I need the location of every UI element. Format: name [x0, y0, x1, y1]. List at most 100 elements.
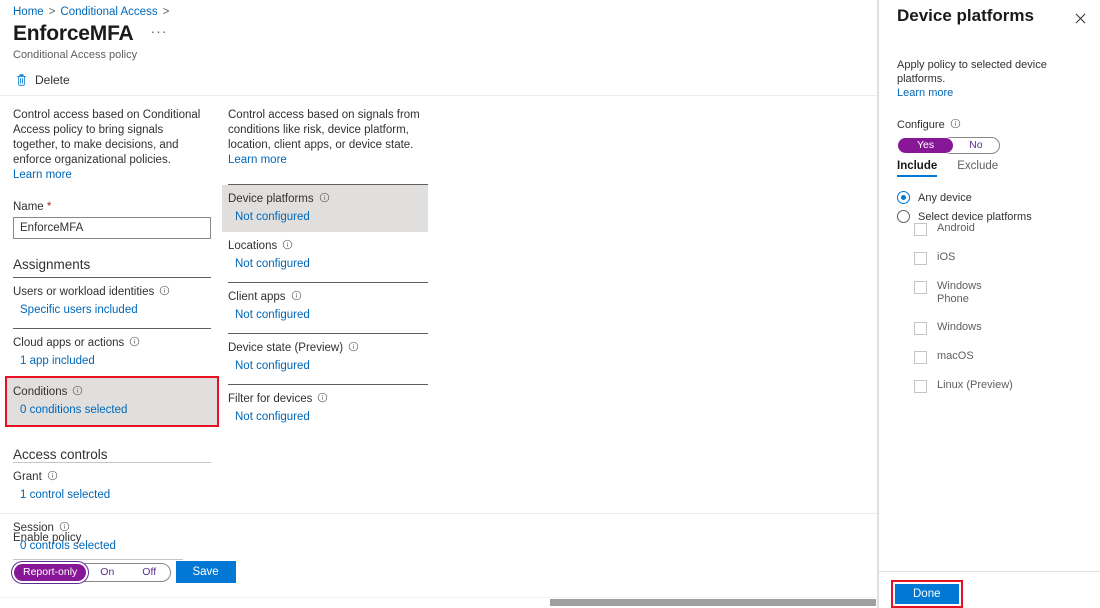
enable-policy-option-report-only[interactable]: Report-only [14, 564, 86, 581]
panel-title: Device platforms [897, 6, 1034, 26]
device-state-label: Device state (Preview) [228, 341, 428, 354]
device-platforms-label: Device platforms [228, 192, 422, 205]
footer-divider [0, 513, 878, 514]
condition-row-locations[interactable]: Locations Not configured [228, 232, 428, 277]
info-icon[interactable] [950, 118, 961, 131]
checkbox-row-ios[interactable]: iOS [914, 251, 1089, 265]
done-button[interactable]: Done [895, 584, 959, 604]
enable-policy-option-off[interactable]: Off [128, 564, 170, 581]
horizontal-scrollbar-thumb[interactable] [550, 599, 876, 606]
horizontal-scrollbar-track[interactable] [0, 597, 878, 608]
assignment-conditions-value[interactable]: 0 conditions selected [13, 404, 211, 416]
condition-row-device-state[interactable]: Device state (Preview) Not configured [228, 334, 428, 379]
device-state-value[interactable]: Not configured [228, 360, 428, 372]
conditions-learn-more-link[interactable]: Learn more [228, 154, 287, 166]
radio-indicator-select-platforms[interactable] [897, 210, 910, 223]
checkbox-row-windows[interactable]: Windows [914, 321, 1089, 335]
checkbox-android[interactable] [914, 223, 927, 236]
info-icon[interactable] [282, 239, 293, 252]
radio-any-device[interactable]: Any device [897, 188, 1087, 207]
delete-button[interactable]: Delete [13, 71, 74, 89]
breadcrumb-item-conditional-access[interactable]: Conditional Access [60, 6, 157, 18]
name-label-text: Name [13, 201, 44, 213]
checkbox-label-ios: iOS [937, 251, 955, 264]
configure-toggle[interactable]: Yes No [897, 137, 1000, 154]
radio-label-any-device: Any device [918, 192, 972, 204]
info-icon[interactable] [72, 385, 83, 398]
assignment-users-label-text: Users or workload identities [13, 286, 154, 298]
checkbox-row-windows-phone[interactable]: Windows Phone [914, 280, 1089, 306]
device-platforms-label-text: Device platforms [228, 193, 314, 205]
device-platforms-value[interactable]: Not configured [228, 211, 422, 223]
checkbox-row-linux[interactable]: Linux (Preview) [914, 379, 1089, 393]
conditions-description: Control access based on signals from con… [228, 108, 428, 168]
device-state-label-text: Device state (Preview) [228, 342, 343, 354]
assignment-cloudapps-value[interactable]: 1 app included [13, 355, 211, 367]
info-icon[interactable] [317, 392, 328, 405]
locations-value[interactable]: Not configured [228, 258, 428, 270]
panel-learn-more-link[interactable]: Learn more [897, 87, 953, 99]
assignments-heading: Assignments [13, 257, 211, 272]
enable-policy-toggle[interactable]: Report-only On Off [13, 563, 171, 582]
device-platforms-panel: Device platforms Apply policy to selecte… [878, 0, 1100, 608]
page-title: EnforceMFA [13, 22, 134, 45]
tab-include[interactable]: Include [897, 160, 937, 177]
name-label: Name * [13, 201, 211, 213]
access-controls-section: Access controls [13, 447, 211, 463]
device-platform-checkbox-list: Android iOS Windows Phone Windows macOS [914, 222, 1089, 408]
panel-footer-divider [879, 571, 1100, 572]
condition-row-filter-devices[interactable]: Filter for devices Not configured [228, 385, 428, 430]
assignment-conditions-label: Conditions [13, 385, 211, 398]
checkbox-macos[interactable] [914, 351, 927, 364]
condition-row-device-platforms[interactable]: Device platforms Not configured [222, 185, 428, 232]
page-subtitle: Conditional Access policy [13, 49, 137, 61]
info-icon[interactable] [159, 285, 170, 298]
checkbox-label-macos: macOS [937, 350, 974, 363]
configure-option-yes[interactable]: Yes [898, 138, 953, 153]
checkbox-label-windows-phone-line2: Phone [937, 293, 982, 306]
assignment-row-cloud-apps[interactable]: Cloud apps or actions 1 app included [13, 329, 211, 374]
trash-icon [15, 73, 28, 87]
client-apps-label-text: Client apps [228, 291, 286, 303]
close-icon[interactable] [1070, 8, 1090, 28]
configure-option-no[interactable]: No [953, 138, 998, 153]
filter-devices-label-text: Filter for devices [228, 393, 312, 405]
info-icon[interactable] [348, 341, 359, 354]
assignment-row-conditions[interactable]: Conditions 0 conditions selected [7, 378, 217, 425]
name-input[interactable] [13, 217, 211, 239]
save-button[interactable]: Save [176, 561, 236, 583]
checkbox-row-android[interactable]: Android [914, 222, 1089, 236]
condition-row-client-apps[interactable]: Client apps Not configured [228, 283, 428, 328]
filter-devices-value[interactable]: Not configured [228, 411, 428, 423]
tab-exclude[interactable]: Exclude [957, 160, 998, 177]
enable-policy-option-on[interactable]: On [86, 564, 128, 581]
checkbox-linux[interactable] [914, 380, 927, 393]
access-row-grant[interactable]: Grant 1 control selected [13, 463, 211, 508]
breadcrumb-separator: > [49, 6, 56, 18]
info-icon[interactable] [319, 192, 330, 205]
checkbox-ios[interactable] [914, 252, 927, 265]
conditional-access-policy-blade: Home>Conditional Access> EnforceMFA ··· … [0, 0, 878, 608]
assignment-row-users[interactable]: Users or workload identities Specific us… [13, 278, 211, 323]
info-icon[interactable] [129, 336, 140, 349]
policy-description: Control access based on Conditional Acce… [13, 108, 211, 183]
locations-label: Locations [228, 239, 428, 252]
device-scope-radio-group: Any device Select device platforms [897, 188, 1087, 226]
configure-label: Configure [897, 118, 1087, 131]
checkbox-label-windows-phone: Windows Phone [937, 280, 982, 306]
enable-policy-label: Enable policy [13, 532, 236, 544]
page-title-row: EnforceMFA ··· [13, 22, 171, 45]
checkbox-row-macos[interactable]: macOS [914, 350, 1089, 364]
policy-learn-more-link[interactable]: Learn more [13, 169, 72, 181]
client-apps-value[interactable]: Not configured [228, 309, 428, 321]
breadcrumb-item-home[interactable]: Home [13, 6, 44, 18]
info-icon[interactable] [47, 470, 58, 483]
more-options-button[interactable]: ··· [148, 23, 171, 45]
access-grant-value[interactable]: 1 control selected [13, 489, 211, 501]
radio-indicator-any-device[interactable] [897, 191, 910, 204]
checkbox-windows[interactable] [914, 322, 927, 335]
assignment-users-value[interactable]: Specific users included [13, 304, 211, 316]
checkbox-windows-phone[interactable] [914, 281, 927, 294]
info-icon[interactable] [291, 290, 302, 303]
access-controls-heading: Access controls [13, 447, 211, 462]
